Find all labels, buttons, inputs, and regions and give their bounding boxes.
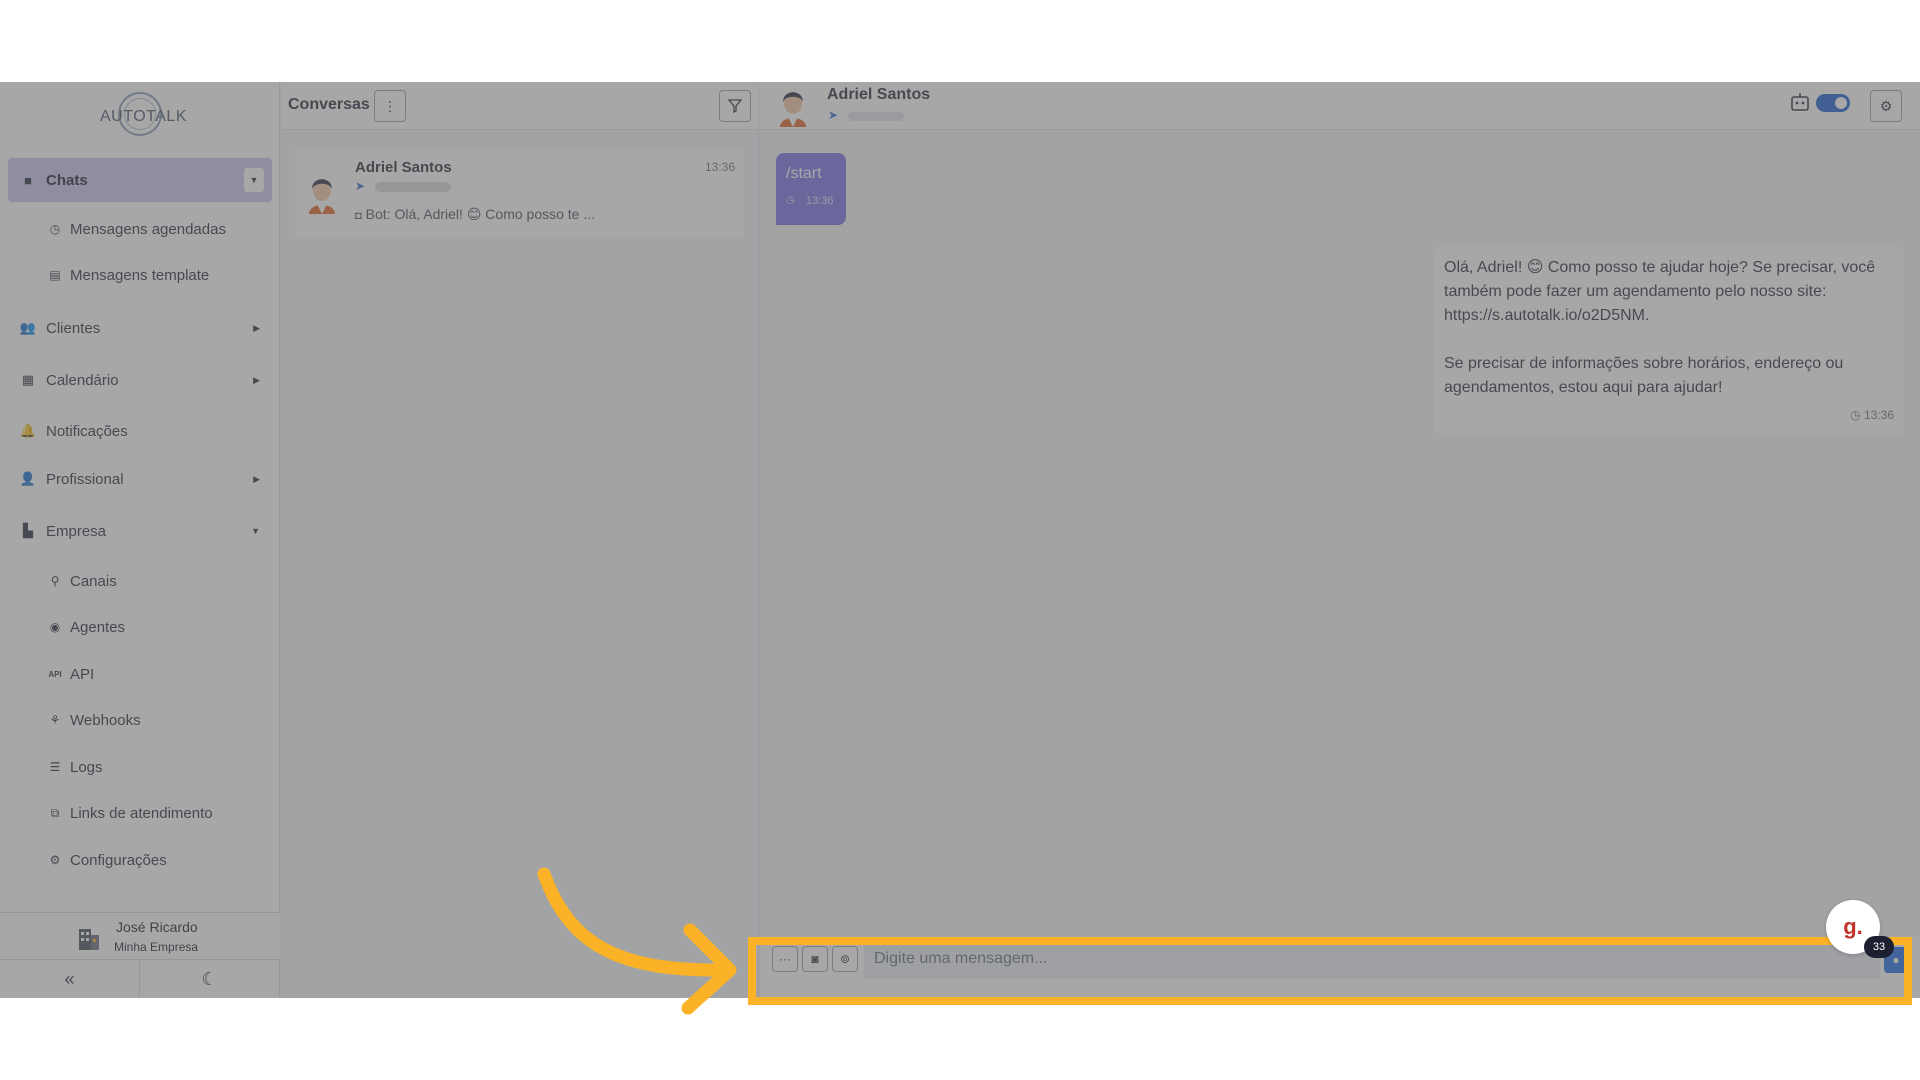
kebab-menu-icon: ⋮: [383, 97, 397, 114]
users-icon: 👥: [19, 320, 37, 335]
sidebar-item-mensagens-agendadas[interactable]: ◷ Mensagens agendadas: [48, 214, 226, 244]
message-bubble-bot: Olá, Adriel! 😊 Como posso te ajudar hoje…: [1434, 246, 1904, 434]
message-bubble-user: /start ◷ 13:36: [776, 153, 846, 225]
sidebar-item-notificacoes[interactable]: 🔔 Notificações: [8, 409, 272, 453]
chat-contact-name: Adriel Santos: [827, 86, 931, 103]
gear-icon: ⚙: [49, 853, 61, 867]
sidebar-item-agentes[interactable]: ◉ Agentes: [48, 612, 125, 642]
sidebar-item-canais[interactable]: ⚲ Canais: [48, 566, 117, 596]
list-icon: ☰: [49, 760, 61, 774]
collapse-sidebar-button[interactable]: «: [0, 960, 140, 998]
camera-button[interactable]: ◙: [802, 946, 828, 972]
user-cog-icon: 👤: [19, 471, 37, 486]
sidebar-item-webhooks[interactable]: ⚘ Webhooks: [48, 705, 141, 735]
chat-panel: Adriel Santos ➤ ⚙ /start ◷ 13:36 Olá, Ad…: [760, 82, 1920, 998]
bot-icon: [1791, 93, 1809, 111]
external-link-icon: ⧉: [50, 805, 60, 820]
chevron-right-icon: ▶: [253, 374, 260, 385]
conversation-item[interactable]: Adriel Santos 13:36 ➤ ◘ Bot: Olá, Adriel!…: [295, 148, 743, 238]
microphone-icon: ●: [1892, 953, 1900, 967]
sidebar-item-api[interactable]: API API: [48, 659, 94, 689]
conversations-menu-button[interactable]: ⋮: [374, 90, 406, 122]
conversation-contact-name: Adriel Santos: [355, 159, 452, 176]
redacted-handle: [848, 112, 904, 121]
message-input[interactable]: [864, 939, 1880, 979]
sidebar-item-clientes[interactable]: 👥 Clientes ▶: [8, 306, 272, 350]
sidebar-item-configuracoes[interactable]: ⚙ Configurações: [48, 845, 167, 875]
sidebar-item-links-de-atendimento[interactable]: ⧉ Links de atendimento: [48, 798, 213, 828]
attach-button[interactable]: ⊚: [832, 946, 858, 972]
plug-icon: ⚲: [50, 574, 60, 588]
chat-icon: ■: [24, 172, 32, 188]
message-time: ◷ 13:36: [1850, 408, 1894, 422]
user-name: José Ricardo: [116, 919, 198, 935]
building-icon: ▙: [23, 523, 33, 538]
contact-avatar: [780, 92, 806, 127]
building-avatar-icon: [79, 929, 99, 950]
chevron-right-icon: ▶: [253, 473, 260, 484]
telegram-icon: ➤: [828, 108, 839, 122]
clock-icon: ◷: [1850, 408, 1864, 422]
robot-icon: ◉: [49, 620, 61, 634]
sidebar-item-mensagens-template[interactable]: ▤ Mensagens template: [48, 260, 209, 290]
bell-icon: 🔔: [19, 423, 37, 438]
user-profile[interactable]: José Ricardo Minha Empresa: [0, 912, 280, 960]
conversations-panel: Conversas ⋮ Adriel Santos 13:36 ➤ ◘ Bot: …: [281, 82, 759, 998]
conversation-preview: ◘ Bot: Olá, Adriel! 😊 Como posso te ...: [355, 206, 596, 222]
chevron-right-icon: ▶: [253, 322, 260, 333]
sidebar-item-calendario[interactable]: ▦ Calendário ▶: [8, 358, 272, 402]
chevron-down-icon[interactable]: ▼: [244, 168, 264, 192]
webhook-icon: ⚘: [49, 713, 61, 727]
clock-icon: ◷: [49, 222, 61, 236]
more-options-button[interactable]: ···: [772, 946, 798, 972]
conversations-header: Conversas ⋮: [281, 82, 759, 130]
avatar: [309, 179, 335, 214]
chat-settings-button[interactable]: ⚙: [1870, 90, 1902, 122]
notification-badge: 33: [1864, 936, 1894, 958]
clock-icon: ◷: [786, 195, 795, 206]
paperclip-icon: ⊚: [839, 952, 851, 966]
conversations-title: Conversas: [288, 96, 370, 113]
gear-icon: ⚙: [1879, 97, 1893, 114]
camera-icon: ◙: [811, 952, 819, 966]
chevron-down-icon: ▼: [251, 526, 260, 536]
ellipsis-icon: ···: [779, 952, 791, 966]
sidebar-item-chats[interactable]: ■ Chats ▼: [8, 158, 272, 202]
app-window: AUTOTALK ■ Chats ▼ ◷ Mensagens agendadas…: [0, 82, 1920, 998]
message-composer: ··· ◙ ⊚ ●: [760, 936, 1920, 998]
sidebar-footer: « ☾: [0, 960, 280, 998]
conversation-time: 13:36: [704, 160, 735, 174]
calendar-icon: ▦: [21, 372, 35, 387]
sidebar-item-empresa[interactable]: ▙ Empresa ▼: [8, 509, 272, 553]
template-icon: ▤: [49, 268, 61, 282]
chat-header: Adriel Santos ➤ ⚙: [760, 82, 1920, 130]
bot-toggle[interactable]: [1816, 94, 1850, 112]
sidebar-item-logs[interactable]: ☰ Logs: [48, 752, 103, 782]
robot-icon: ◘: [355, 210, 362, 222]
api-icon: API: [48, 669, 62, 679]
message-time: 13:36: [806, 195, 834, 207]
telegram-icon: ➤: [355, 179, 366, 193]
redacted-handle: [375, 182, 451, 192]
logo: AUTOTALK: [100, 90, 186, 140]
sidebar-item-profissional[interactable]: 👤 Profissional ▶: [8, 457, 272, 501]
filter-icon: [728, 99, 742, 113]
theme-toggle-button[interactable]: ☾: [140, 960, 280, 998]
user-org: Minha Empresa: [114, 940, 199, 954]
sidebar: AUTOTALK ■ Chats ▼ ◷ Mensagens agendadas…: [0, 82, 280, 998]
filter-button[interactable]: [719, 90, 751, 122]
